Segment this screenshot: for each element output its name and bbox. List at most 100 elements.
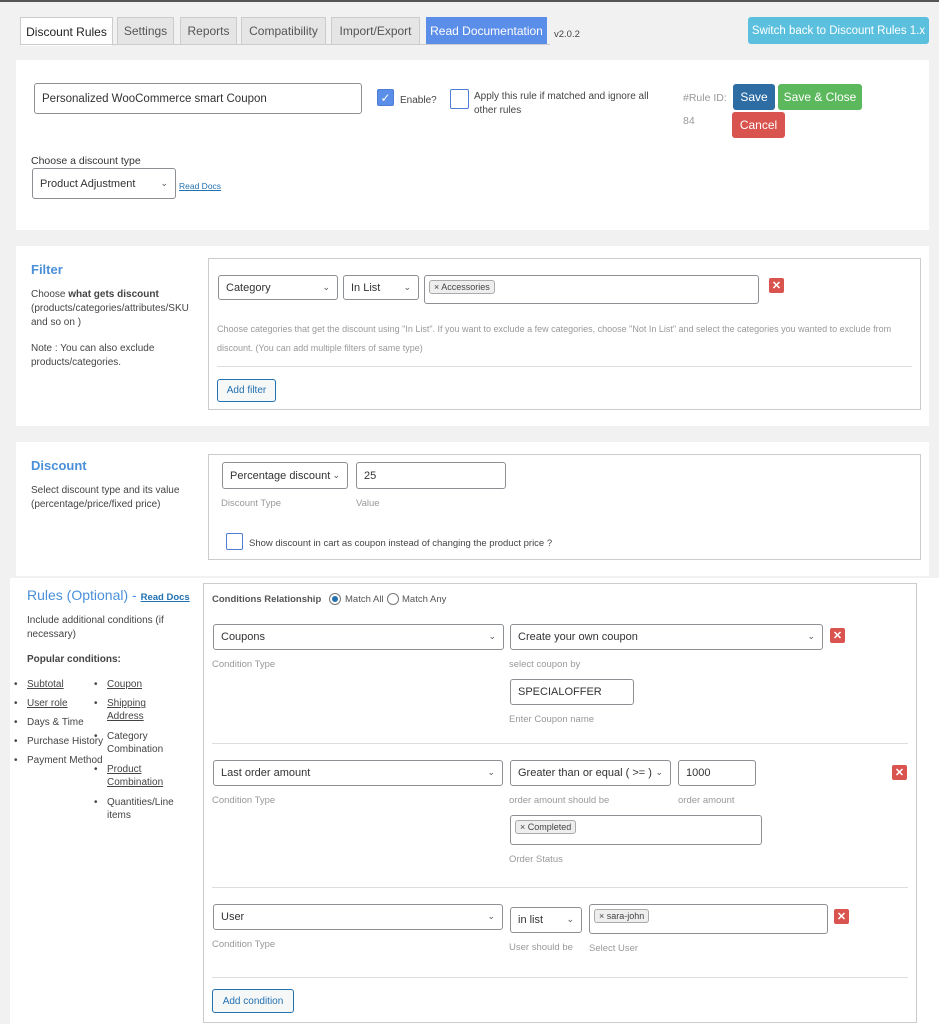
delete-filter-icon[interactable]: ✕	[769, 278, 784, 293]
condition-divider	[212, 743, 908, 744]
filter-desc-bold: what gets discount	[68, 289, 159, 300]
user-operator-value: in list	[518, 914, 544, 926]
add-condition-button[interactable]: Add condition	[212, 989, 294, 1013]
tab-divider	[20, 44, 550, 45]
popular-conditions-label: Popular conditions:	[27, 654, 121, 665]
coupon-method-select[interactable]: Create your own coupon ⌄	[510, 624, 823, 650]
conditions-relationship-label: Conditions Relationship	[212, 594, 322, 605]
enable-label: Enable?	[400, 95, 437, 106]
apply-exclusive-checkbox[interactable]	[450, 89, 469, 109]
chevron-down-icon: ⌄	[807, 630, 815, 641]
match-all-label: Match All	[345, 594, 384, 605]
condition-2-type-select[interactable]: Last order amount ⌄	[213, 760, 503, 786]
select-user-input[interactable]: × sara-john	[589, 904, 828, 934]
enable-checkbox[interactable]: ✓	[377, 89, 394, 106]
order-status-input[interactable]: × Completed	[510, 815, 762, 845]
delete-condition-1-icon[interactable]: ✕	[830, 628, 845, 643]
filter-type-select[interactable]: Category ⌄	[218, 275, 338, 300]
condition-1-type-caption: Condition Type	[212, 659, 276, 670]
discount-title: Discount	[31, 458, 87, 473]
user-operator-select[interactable]: in list ⌄	[510, 907, 582, 933]
filter-desc-prefix: Choose	[31, 289, 69, 300]
discount-description: Select discount type and its value (perc…	[31, 485, 180, 510]
rules-title-text: Rules (Optional)	[27, 587, 129, 603]
condition-divider	[212, 887, 908, 888]
condition-3-type-select[interactable]: User ⌄	[213, 904, 503, 930]
popular-condition-item[interactable]: Coupon	[94, 678, 182, 691]
condition-divider	[212, 977, 908, 978]
filter-divider	[217, 366, 912, 367]
rules-read-docs-link[interactable]: Read Docs	[141, 592, 190, 603]
delete-condition-2-icon[interactable]: ✕	[892, 765, 907, 780]
show-as-coupon-label: Show discount in cart as coupon instead …	[249, 538, 553, 549]
tab-import-export[interactable]: Import/Export	[331, 17, 420, 45]
order-amount-operator-value: Greater than or equal ( >= )	[518, 767, 652, 779]
condition-1-type-value: Coupons	[221, 631, 266, 643]
discount-method-select[interactable]: Percentage discount ⌄	[222, 462, 348, 489]
chevron-down-icon: ⌄	[403, 281, 411, 292]
condition-2-type-caption: Condition Type	[212, 795, 276, 806]
chevron-down-icon: ⌄	[332, 469, 340, 480]
coupon-name-caption: Enter Coupon name	[509, 714, 595, 725]
switch-back-button[interactable]: Switch back to Discount Rules 1.x	[748, 17, 929, 44]
user-tag[interactable]: × sara-john	[594, 909, 650, 923]
order-amount-input[interactable]: 1000	[678, 760, 756, 786]
filter-description: Choose what gets discount (products/cate…	[31, 288, 201, 330]
discount-value-input[interactable]: 25	[356, 462, 506, 489]
discount-type-caption: Discount Type	[221, 498, 282, 509]
add-filter-button[interactable]: Add filter	[217, 379, 276, 402]
tab-discount-rules[interactable]: Discount Rules	[20, 17, 113, 46]
chevron-down-icon: ⌄	[322, 281, 330, 292]
popular-condition-item[interactable]: Shipping Address	[94, 697, 182, 723]
chevron-down-icon: ⌄	[487, 910, 495, 921]
tab-reports[interactable]: Reports	[180, 17, 237, 45]
discount-type-label: Choose a discount type	[31, 155, 141, 167]
read-docs-link[interactable]: Read Docs	[179, 181, 221, 191]
order-amount-operator-select[interactable]: Greater than or equal ( >= ) ⌄	[510, 760, 671, 786]
rule-title-input[interactable]: Personalized WooCommerce smart Coupon	[34, 83, 362, 114]
popular-condition-item: Category Combination	[94, 730, 182, 756]
filter-help-text: Choose categories that get the discount …	[217, 324, 892, 353]
filter-values-input[interactable]: × Accessories	[424, 275, 759, 304]
coupon-name-input[interactable]: SPECIALOFFER	[510, 679, 634, 705]
order-status-tag[interactable]: × Completed	[515, 820, 577, 834]
match-any-label: Match Any	[402, 594, 447, 605]
chevron-down-icon: ⌄	[655, 766, 663, 777]
coupon-method-value: Create your own coupon	[518, 631, 638, 643]
delete-condition-3-icon[interactable]: ✕	[834, 909, 849, 924]
match-all-radio[interactable]	[329, 593, 341, 605]
filter-note: Note : You can also exclude products/cat…	[31, 343, 155, 368]
apply-exclusive-label: Apply this rule if matched and ignore al…	[474, 91, 649, 116]
coupon-method-caption: select coupon by	[509, 659, 581, 670]
filter-desc-rest: (products/categories/attributes/SKU and …	[31, 303, 189, 328]
order-status-caption: Order Status	[509, 854, 563, 865]
save-close-button[interactable]: Save & Close	[778, 84, 862, 110]
filter-operator-select[interactable]: In List ⌄	[343, 275, 419, 300]
order-amount-caption: order amount	[678, 795, 735, 806]
chevron-down-icon: ⌄	[566, 913, 574, 924]
condition-3-type-caption: Condition Type	[212, 939, 276, 950]
chevron-down-icon: ⌄	[488, 630, 496, 641]
discount-method-value: Percentage discount	[230, 469, 331, 482]
popular-condition-item[interactable]: Product Combination	[94, 763, 182, 789]
show-as-coupon-checkbox[interactable]	[226, 533, 243, 550]
version-label: v2.0.2	[554, 29, 580, 40]
discount-type-select[interactable]: Product Adjustment ⌄	[32, 168, 176, 199]
tab-compatibility[interactable]: Compatibility	[241, 17, 326, 45]
check-icon: ✓	[380, 90, 391, 105]
tab-settings[interactable]: Settings	[117, 17, 174, 45]
tab-read-documentation[interactable]: Read Documentation	[426, 17, 547, 45]
user-operator-caption: User should be	[509, 942, 573, 953]
rules-title: Rules (Optional) - Read Docs	[27, 587, 190, 603]
cancel-button[interactable]: Cancel	[732, 112, 785, 138]
discount-type-value: Product Adjustment	[40, 177, 136, 190]
filter-type-value: Category	[226, 281, 271, 294]
condition-1-type-select[interactable]: Coupons ⌄	[213, 624, 504, 650]
condition-3-type-value: User	[221, 911, 245, 923]
match-any-radio[interactable]	[387, 593, 399, 605]
order-amount-operator-caption: order amount should be	[509, 795, 610, 806]
top-border	[0, 0, 939, 2]
save-button[interactable]: Save	[733, 84, 775, 110]
popular-condition-item: Days & Time	[14, 716, 107, 729]
filter-tag[interactable]: × Accessories	[429, 280, 495, 294]
